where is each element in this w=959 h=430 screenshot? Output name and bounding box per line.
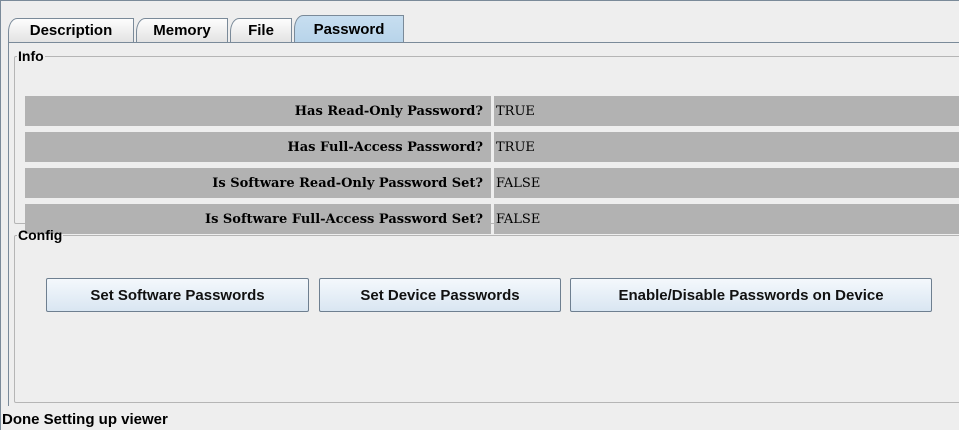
tab-description[interactable]: Description xyxy=(8,18,134,42)
info-row-value: TRUE xyxy=(494,132,959,162)
tab-memory[interactable]: Memory xyxy=(136,18,228,42)
info-row: Has Full-Access Password? TRUE xyxy=(25,132,959,162)
info-row-label: Has Full-Access Password? xyxy=(25,132,491,162)
info-row-value: TRUE xyxy=(494,96,959,126)
set-device-passwords-button[interactable]: Set Device Passwords xyxy=(319,278,561,312)
info-title: Info xyxy=(18,48,44,64)
tab-bar: Description Memory File Password xyxy=(8,15,406,42)
info-row: Is Software Read-Only Password Set? FALS… xyxy=(25,168,959,198)
config-title: Config xyxy=(18,227,63,243)
status-text: Done Setting up viewer xyxy=(2,411,168,428)
enable-disable-passwords-button[interactable]: Enable/Disable Passwords on Device xyxy=(570,278,932,312)
tab-file[interactable]: File xyxy=(230,18,292,42)
info-row-value: FALSE xyxy=(494,168,959,198)
info-row-label: Has Read-Only Password? xyxy=(25,96,491,126)
info-group: Info Has Read-Only Password? TRUE Has Fu… xyxy=(14,48,959,234)
set-software-passwords-button[interactable]: Set Software Passwords xyxy=(46,278,309,312)
config-group: Config Set Software Passwords Set Device… xyxy=(14,227,959,403)
password-panel: Info Has Read-Only Password? TRUE Has Fu… xyxy=(8,43,959,406)
info-row-label: Is Software Read-Only Password Set? xyxy=(25,168,491,198)
tab-password[interactable]: Password xyxy=(294,15,404,42)
info-row: Has Read-Only Password? TRUE xyxy=(25,96,959,126)
